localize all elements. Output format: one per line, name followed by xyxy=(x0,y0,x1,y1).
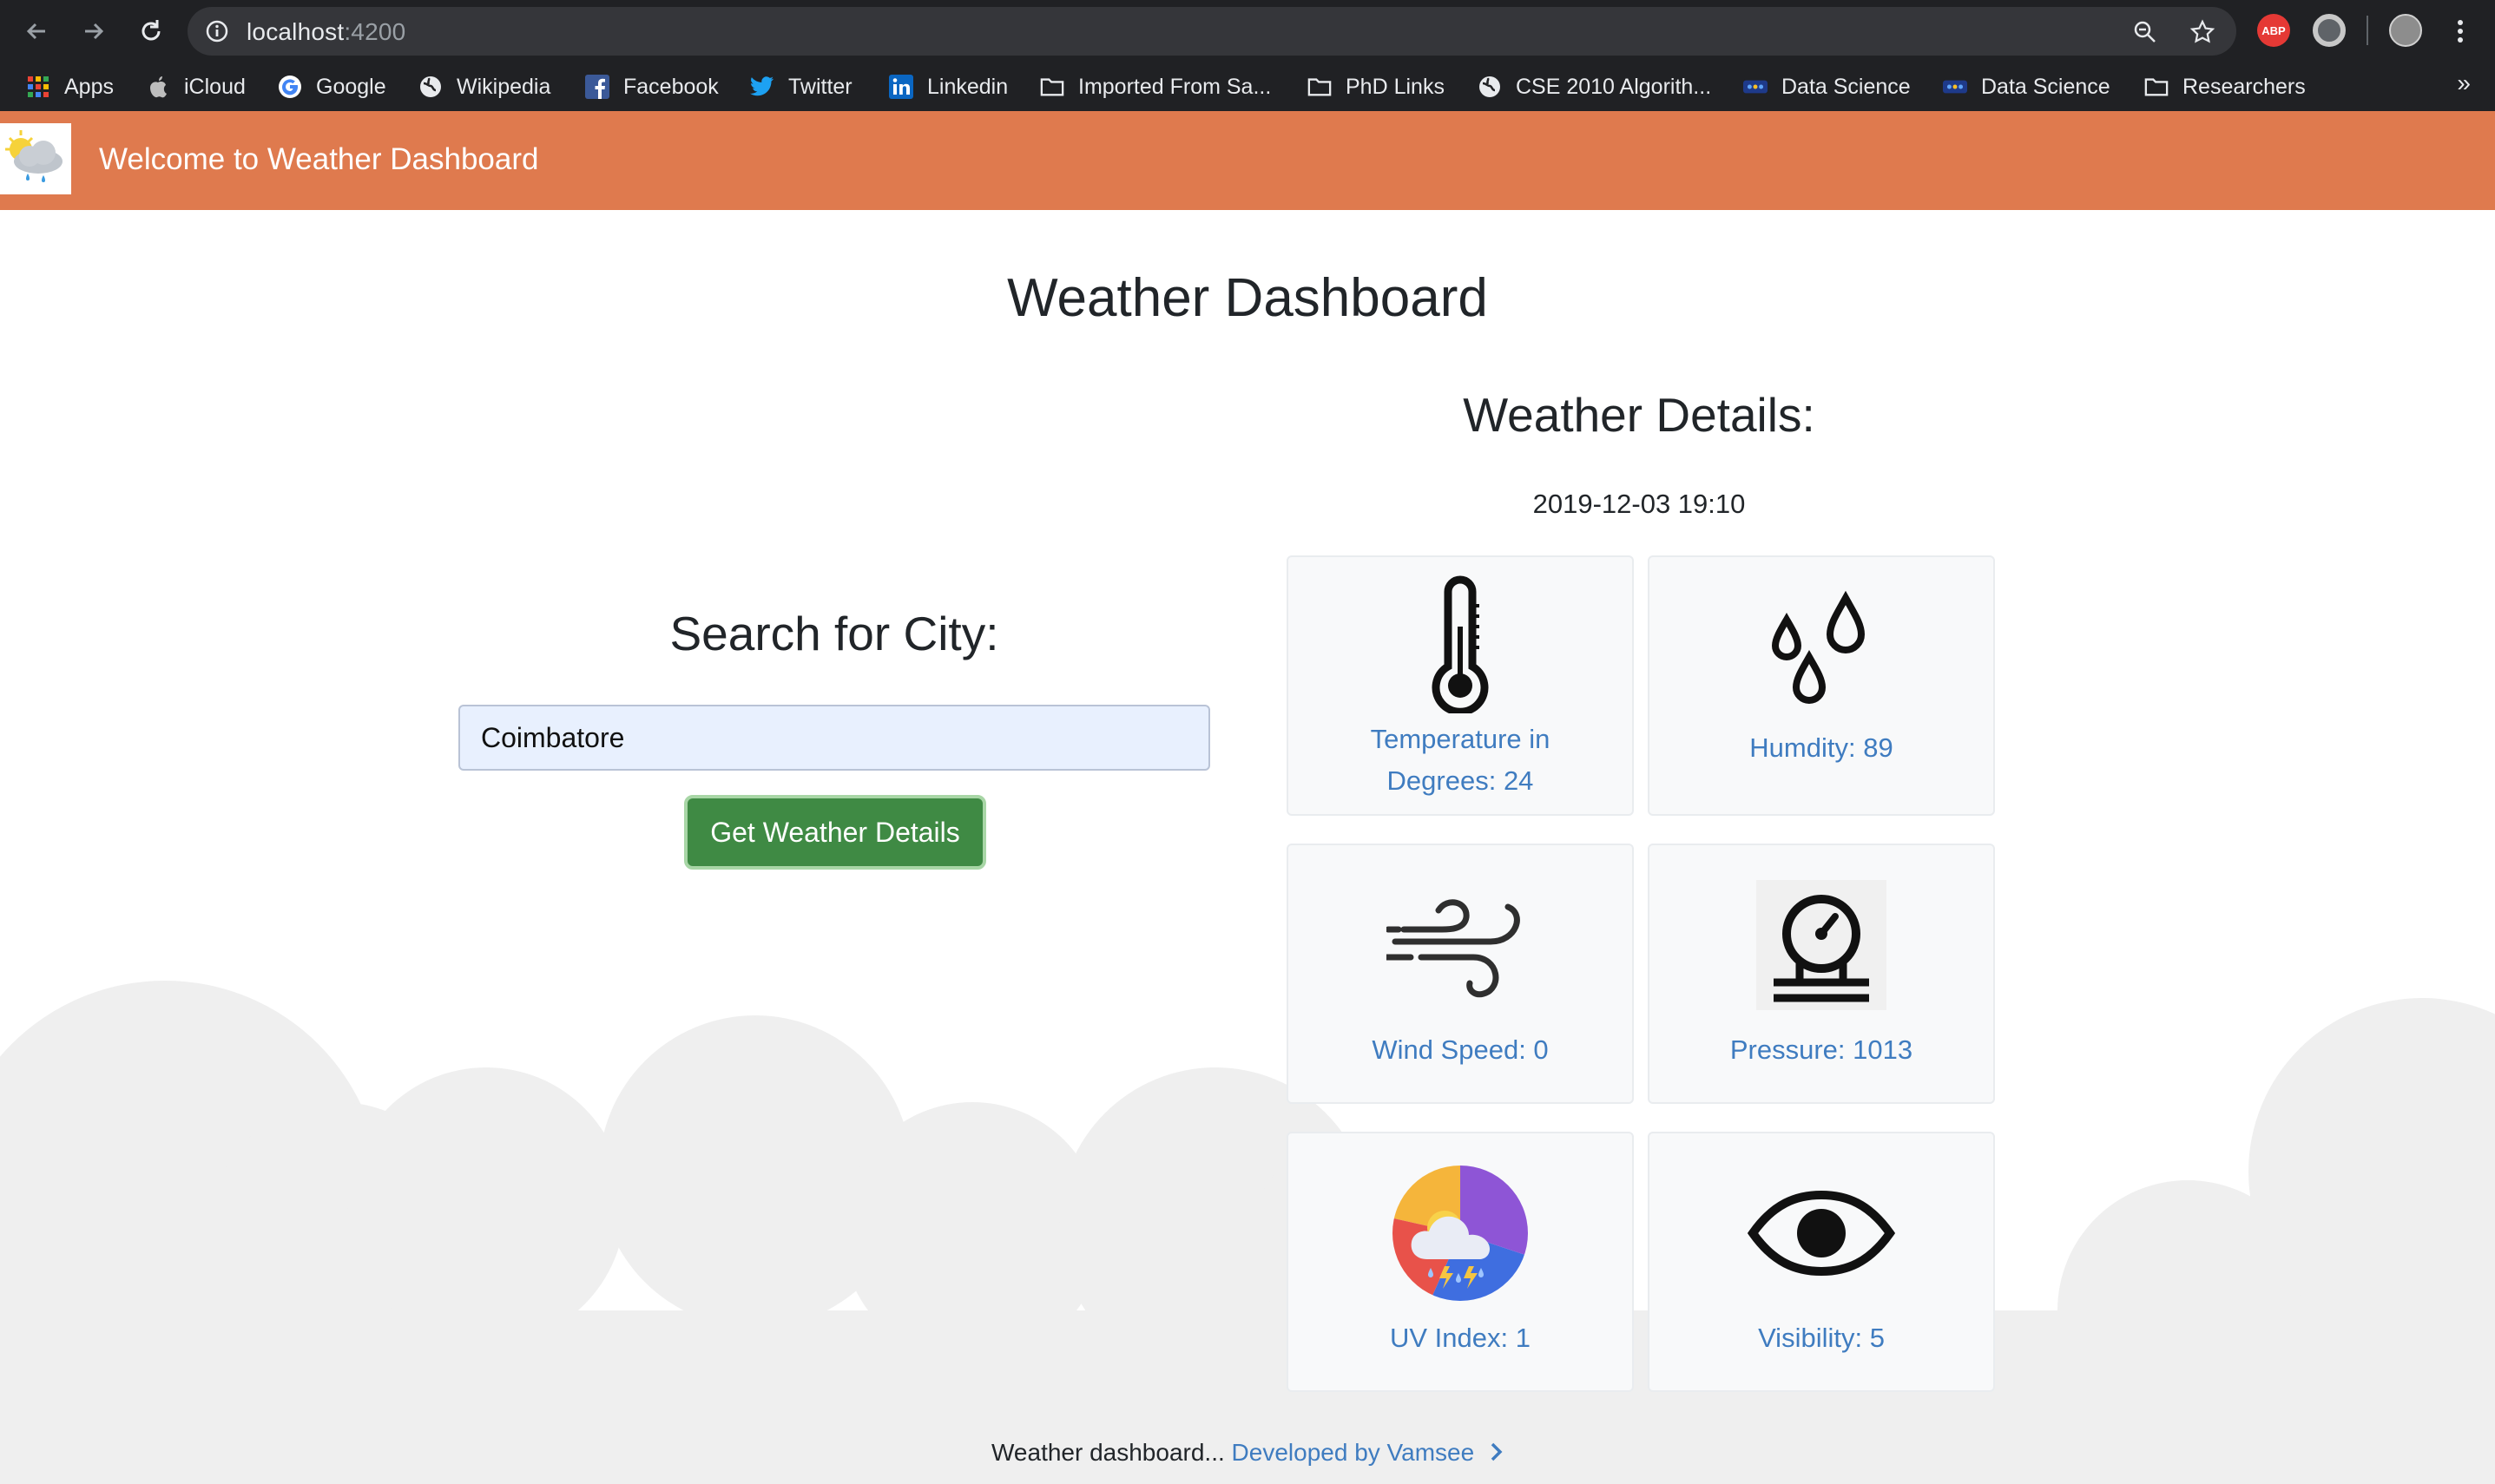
toolbar-divider xyxy=(2367,16,2368,45)
humidity-label: Humdity: 89 xyxy=(1749,732,1893,763)
extension-button[interactable] xyxy=(2313,14,2346,47)
logo[interactable] xyxy=(0,123,71,194)
url-host: localhost xyxy=(247,18,345,45)
twitter-bird-icon xyxy=(750,75,774,99)
navbar-brand[interactable]: Welcome to Weather Dashboard xyxy=(99,142,538,177)
cloud-background xyxy=(0,981,2495,1484)
footer-text: Weather dashboard... xyxy=(991,1439,1225,1466)
back-button[interactable] xyxy=(17,12,56,50)
reload-button[interactable] xyxy=(132,12,170,50)
pressure-label: Pressure: 1013 xyxy=(1729,1034,1913,1065)
facebook-icon xyxy=(585,75,609,99)
forward-arrow-icon xyxy=(85,23,104,40)
bookmark-folder-phd[interactable]: PhD Links xyxy=(1307,73,1445,101)
bookmark-label: Researchers xyxy=(2182,74,2306,99)
weather-details-heading: Weather Details: xyxy=(1463,388,1815,442)
pressure-card: Pressure: 1013 xyxy=(1648,844,1995,1104)
folder-icon xyxy=(1040,75,1064,99)
bookmark-facebook[interactable]: Facebook xyxy=(585,73,719,101)
apple-icon xyxy=(146,75,170,99)
droplets-icon xyxy=(1649,576,1993,724)
bookmark-google[interactable]: Google xyxy=(278,73,386,101)
bookmark-label: Apps xyxy=(64,74,114,99)
bookmark-label: Google xyxy=(316,74,386,99)
reload-icon xyxy=(142,20,161,41)
linkedin-icon xyxy=(889,75,913,99)
url-text[interactable]: localhost:4200 xyxy=(247,18,405,46)
visibility-label: Visibility: 5 xyxy=(1758,1323,1885,1353)
thermometer-icon xyxy=(1288,575,1632,713)
bookmark-folder-imported[interactable]: Imported From Sa... xyxy=(1040,73,1271,101)
address-bar[interactable]: localhost:4200 xyxy=(188,7,2236,56)
bookmark-icloud[interactable]: iCloud xyxy=(146,73,246,101)
temperature-label-line1: Temperature in xyxy=(1370,724,1550,754)
bookmark-label: Facebook xyxy=(623,74,719,99)
bookmark-data-science-1[interactable]: Data Science xyxy=(1743,73,1911,101)
google-icon xyxy=(278,75,302,99)
data-science-icon xyxy=(1943,75,1967,99)
developer-link[interactable]: Developed by Vamsee xyxy=(1232,1439,1475,1466)
uv-index-label: UV Index: 1 xyxy=(1390,1323,1531,1353)
chevron-right-icon[interactable] xyxy=(1490,1441,1504,1468)
weather-timestamp: 2019-12-03 19:10 xyxy=(1532,489,1746,519)
zoom-icon[interactable] xyxy=(2132,19,2158,45)
city-search-input[interactable] xyxy=(458,705,1210,771)
bookmark-label: CSE 2010 Algorith... xyxy=(1516,74,1712,99)
globe-icon xyxy=(418,75,443,99)
page-title: Weather Dashboard xyxy=(1007,268,1488,328)
bookmark-label: Twitter xyxy=(788,74,853,99)
bookmarks-overflow-button[interactable]: » xyxy=(2457,69,2471,97)
gauge-icon xyxy=(1649,880,1993,1010)
temperature-label-line2: Degrees: 24 xyxy=(1386,765,1534,796)
back-arrow-icon xyxy=(26,23,45,40)
bookmark-label: PhD Links xyxy=(1346,74,1445,99)
wind-card: Wind Speed: 0 xyxy=(1287,844,1634,1104)
bookmark-label: iCloud xyxy=(184,74,246,99)
abp-label: ABP xyxy=(2261,23,2286,37)
temperature-card: Temperature in Degrees: 24 xyxy=(1287,555,1634,816)
uv-weather-icon xyxy=(1288,1166,1632,1301)
avatar[interactable] xyxy=(2389,14,2422,47)
bookmark-twitter[interactable]: Twitter xyxy=(750,73,853,101)
kebab-menu-icon[interactable] xyxy=(2453,17,2467,45)
bookmarks-bar: Apps iCloud Google Wikipedia Facebook Tw… xyxy=(0,62,2495,111)
bookmark-data-science-2[interactable]: Data Science xyxy=(1943,73,2110,101)
eye-icon xyxy=(1649,1168,1993,1298)
bookmark-wikipedia[interactable]: Wikipedia xyxy=(418,73,550,101)
bookmark-cse-algorithms[interactable]: CSE 2010 Algorith... xyxy=(1478,73,1711,101)
weather-logo-icon xyxy=(5,130,63,182)
info-icon[interactable] xyxy=(205,19,229,43)
star-icon[interactable] xyxy=(2189,19,2215,45)
forward-button[interactable] xyxy=(75,12,113,50)
bookmark-apps[interactable]: Apps xyxy=(26,73,114,101)
search-heading: Search for City: xyxy=(669,607,999,660)
get-weather-details-button[interactable]: Get Weather Details xyxy=(684,795,986,870)
bookmark-label: Data Science xyxy=(1981,74,2110,99)
folder-icon xyxy=(2144,75,2169,99)
wind-icon xyxy=(1288,880,1632,1010)
visibility-card: Visibility: 5 xyxy=(1648,1132,1995,1392)
apps-grid-icon xyxy=(26,75,50,99)
folder-icon xyxy=(1307,75,1332,99)
bookmark-label: Wikipedia xyxy=(457,74,551,99)
footer: Weather dashboard... Developed by Vamsee xyxy=(0,1439,2495,1468)
globe-icon xyxy=(1478,75,1502,99)
bookmark-linkedin[interactable]: Linkedin xyxy=(889,73,1008,101)
bookmark-folder-researchers[interactable]: Researchers xyxy=(2144,73,2306,101)
adblock-extension-button[interactable]: ABP xyxy=(2257,14,2290,47)
bookmark-label: Data Science xyxy=(1781,74,1911,99)
uv-index-card: UV Index: 1 xyxy=(1287,1132,1634,1392)
humidity-card: Humdity: 89 xyxy=(1648,555,1995,816)
url-port: :4200 xyxy=(344,18,406,45)
bookmark-label: Imported From Sa... xyxy=(1078,74,1272,99)
data-science-icon xyxy=(1743,75,1768,99)
browser-toolbar: localhost:4200 ABP xyxy=(0,0,2495,62)
wind-speed-label: Wind Speed: 0 xyxy=(1372,1034,1549,1065)
bookmark-label: Linkedin xyxy=(927,74,1009,99)
